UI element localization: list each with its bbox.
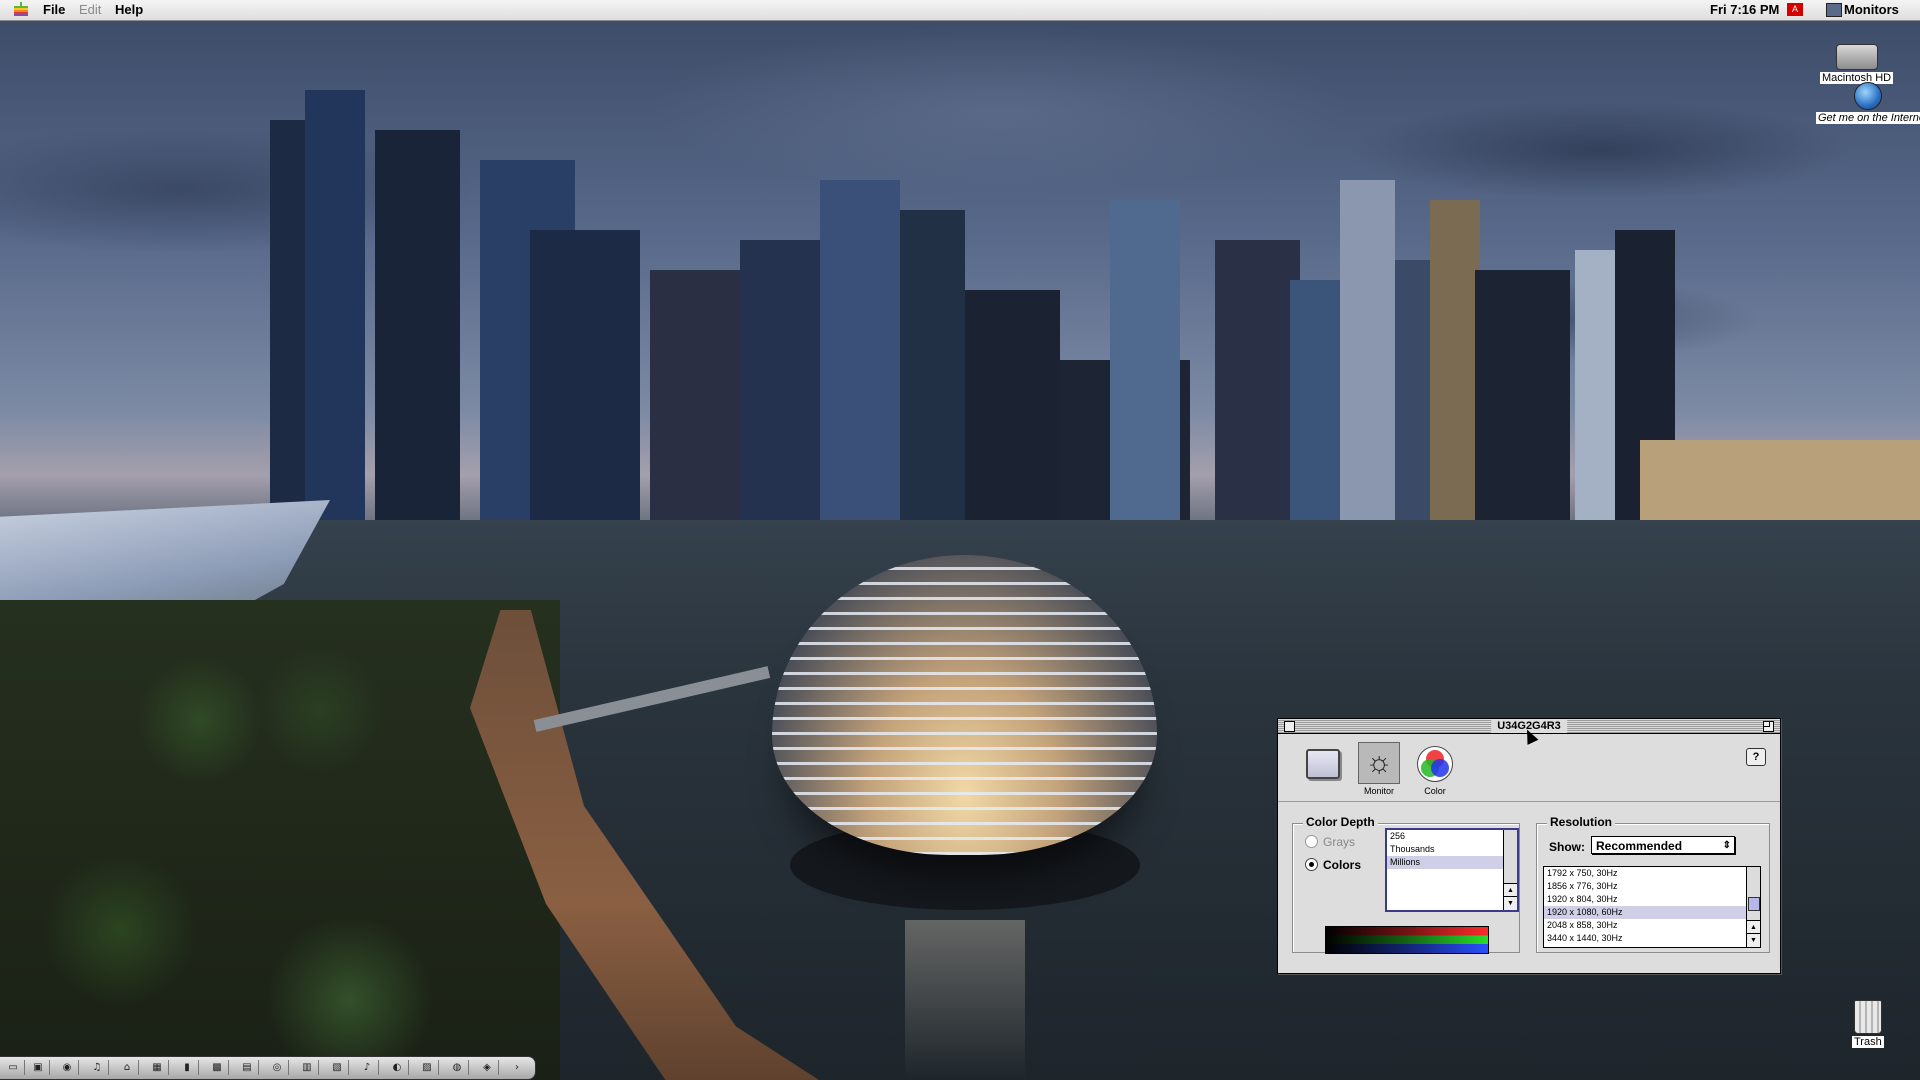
control-strip-module-icon[interactable]: ▤ <box>236 1060 259 1075</box>
control-strip-module-icon[interactable]: ◎ <box>266 1060 289 1075</box>
control-strip-module-icon[interactable]: ◐ <box>386 1060 409 1075</box>
wallpaper-trees <box>0 600 560 1080</box>
list-item[interactable]: 1792 x 750, 30Hz <box>1544 867 1760 880</box>
close-box[interactable] <box>1284 721 1295 732</box>
monitors-app-icon[interactable] <box>1826 3 1842 17</box>
help-button[interactable]: ? <box>1746 748 1766 766</box>
radio-circle <box>1305 858 1318 871</box>
show-label: Show: <box>1549 840 1585 854</box>
scroll-up-arrow-icon[interactable]: ▲ <box>1504 883 1517 897</box>
tab-label: Color <box>1424 786 1446 796</box>
list-item[interactable]: 2048 x 858, 30Hz <box>1544 919 1760 932</box>
wallpaper-reflection <box>905 920 1025 1080</box>
desktop-icon-internet[interactable]: Get me on the Internet <box>1816 82 1920 124</box>
control-strip-module-icon[interactable]: ▭ <box>2 1060 25 1075</box>
color-depth-scrollbar[interactable]: ▲ ▼ <box>1503 830 1517 910</box>
color-depth-spectrum <box>1325 926 1489 954</box>
control-strip-module-icon[interactable]: ▮ <box>176 1060 199 1075</box>
color-wheel-icon <box>1417 746 1453 782</box>
apple-menu-icon[interactable] <box>14 2 28 17</box>
color-depth-group: Color Depth Grays Colors 256 Thousands M… <box>1292 815 1520 954</box>
tab-color[interactable]: Color <box>1410 742 1460 796</box>
monitor-icon <box>1306 749 1340 779</box>
control-strip-module-icon[interactable]: ◈ <box>476 1060 499 1075</box>
resolution-title: Resolution <box>1547 815 1615 829</box>
radio-circle <box>1305 835 1318 848</box>
resolution-list[interactable]: 1792 x 750, 30Hz 1856 x 776, 30Hz 1920 x… <box>1543 866 1761 948</box>
list-item[interactable]: 1920 x 804, 30Hz <box>1544 893 1760 906</box>
control-strip-module-icon[interactable]: ◍ <box>446 1060 469 1075</box>
control-strip-module-icon[interactable]: ▨ <box>416 1060 439 1075</box>
color-depth-list[interactable]: 256 Thousands Millions ▲ ▼ <box>1385 828 1519 912</box>
control-strip[interactable]: ▭ ▣ ◉ ♫ ⌂ ▦ ▮ ▩ ▤ ◎ ▥ ▧ ♪ ◐ ▨ ◍ ◈ › <box>0 1056 536 1080</box>
list-item[interactable]: 1920 x 1080, 60Hz <box>1544 906 1760 919</box>
scroll-down-arrow-icon[interactable]: ▼ <box>1504 896 1517 910</box>
control-strip-module-icon[interactable]: ◉ <box>56 1060 79 1075</box>
brightness-icon: ☼ <box>1365 746 1393 779</box>
globe-icon <box>1854 82 1882 110</box>
tab-monitor[interactable]: ☼ Monitor <box>1354 742 1404 796</box>
tab-label: Monitor <box>1363 786 1394 796</box>
tab-display[interactable] <box>1298 742 1348 786</box>
trash-icon <box>1853 1000 1882 1034</box>
menu-edit[interactable]: Edit <box>79 2 101 17</box>
brightness-icon-frame: ☼ <box>1358 742 1400 784</box>
list-item[interactable]: Thousands <box>1387 843 1517 856</box>
color-depth-title: Color Depth <box>1303 815 1378 829</box>
control-strip-module-icon[interactable]: ▣ <box>27 1060 50 1075</box>
control-strip-module-icon[interactable]: ♪ <box>356 1060 379 1075</box>
colors-label: Colors <box>1323 858 1362 872</box>
control-strip-module-icon[interactable]: ♫ <box>86 1060 109 1075</box>
desktop-icon-macintosh-hd[interactable]: Macintosh HD <box>1820 44 1894 84</box>
list-item[interactable]: Millions <box>1387 856 1517 869</box>
blue-dot <box>1431 759 1449 777</box>
scroll-up-arrow-icon[interactable]: ▲ <box>1747 920 1760 934</box>
color-icon-frame <box>1414 742 1456 784</box>
zoom-box[interactable] <box>1763 721 1774 732</box>
grays-radio[interactable]: Grays <box>1305 835 1355 849</box>
control-strip-module-icon[interactable]: ▧ <box>326 1060 349 1075</box>
scroll-thumb[interactable] <box>1748 897 1760 911</box>
show-popup[interactable]: Recommended ⇕ <box>1591 836 1735 854</box>
desktop-icon-label: Get me on the Internet <box>1816 112 1920 124</box>
menu-bar: File Edit Help Fri 7:16 PM A Monitors <box>0 0 1920 21</box>
list-item[interactable]: 256 <box>1387 830 1517 843</box>
menubar-clock[interactable]: Fri 7:16 PM <box>1710 2 1779 17</box>
wallpaper-skyline <box>270 90 1920 560</box>
list-item[interactable]: 1856 x 776, 30Hz <box>1544 880 1760 893</box>
application-menu[interactable]: Monitors <box>1844 2 1899 17</box>
control-strip-module-icon[interactable]: ▦ <box>146 1060 169 1075</box>
scroll-down-arrow-icon[interactable]: ▼ <box>1747 933 1760 947</box>
resolution-group: Resolution Show: Recommended ⇕ 1792 x 75… <box>1536 815 1770 953</box>
colors-radio[interactable]: Colors <box>1305 858 1361 872</box>
control-strip-module-icon[interactable]: ⌂ <box>116 1060 139 1075</box>
menu-file[interactable]: File <box>43 2 65 17</box>
desktop-icon-label: Trash <box>1852 1036 1884 1048</box>
list-item[interactable]: 3440 x 1440, 30Hz <box>1544 932 1760 945</box>
menu-help[interactable]: Help <box>115 2 143 17</box>
control-strip-tab-icon[interactable]: › <box>506 1060 528 1075</box>
acrobat-menu-icon[interactable]: A <box>1787 3 1803 16</box>
monitor-icon-frame <box>1302 742 1344 784</box>
grays-label: Grays <box>1323 835 1356 849</box>
control-strip-module-icon[interactable]: ▩ <box>206 1060 229 1075</box>
popup-arrows-icon: ⇕ <box>1722 840 1731 851</box>
control-strip-module-icon[interactable]: ▥ <box>296 1060 319 1075</box>
monitors-window[interactable]: U34G2G4R3 ☼ Monitor Color ? Color Depth <box>1277 718 1781 974</box>
desktop-icon-trash[interactable]: Trash <box>1852 1000 1884 1048</box>
hard-disk-icon <box>1835 44 1878 70</box>
show-popup-value: Recommended <box>1596 839 1683 853</box>
resolution-scrollbar[interactable]: ▲ ▼ <box>1746 867 1760 947</box>
